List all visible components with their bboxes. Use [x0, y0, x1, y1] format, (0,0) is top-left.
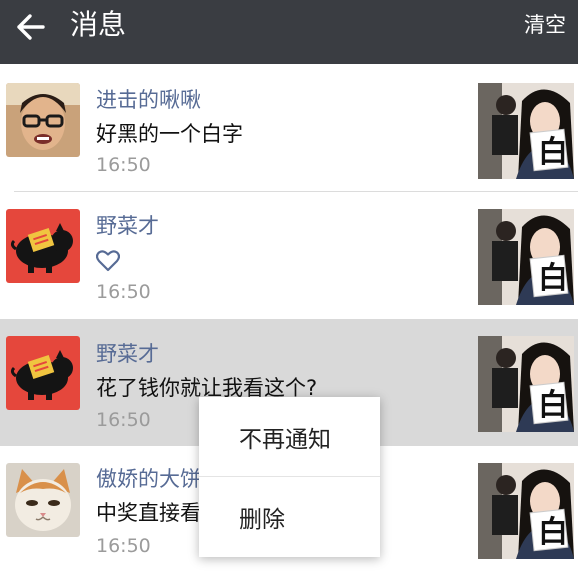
post-thumbnail[interactable]: 白	[478, 209, 574, 305]
avatar[interactable]	[6, 463, 80, 537]
avatar-black-pig-icon	[6, 209, 80, 283]
svg-text:白: 白	[538, 135, 568, 170]
back-button[interactable]	[10, 9, 50, 45]
svg-text:白: 白	[538, 261, 568, 296]
page-title: 消息	[70, 8, 127, 41]
post-thumbnail[interactable]: 白	[478, 336, 574, 432]
avatar[interactable]	[6, 336, 80, 410]
avatar[interactable]	[6, 209, 80, 283]
message-row[interactable]: 进击的啾啾 好黑的一个白字 16:50 白	[0, 64, 578, 191]
avatar-black-pig-icon	[6, 336, 80, 410]
post-thumbnail[interactable]: 白	[478, 83, 574, 179]
clear-button[interactable]: 清空	[524, 12, 566, 38]
post-thumbnail[interactable]: 白	[478, 463, 574, 559]
context-menu: 不再通知 删除	[199, 397, 380, 557]
message-row[interactable]: 野菜才 16:50 白	[0, 192, 578, 319]
heart-outline-icon	[95, 250, 121, 276]
message-time: 16:50	[96, 409, 151, 431]
avatar-glasses-man-icon	[6, 83, 80, 157]
svg-text:白: 白	[538, 388, 568, 423]
sender-name[interactable]: 野菜才	[96, 341, 159, 367]
menu-item-mute[interactable]: 不再通知	[199, 397, 380, 476]
message-text: 好黑的一个白字	[96, 122, 243, 146]
sender-name[interactable]: 进击的啾啾	[96, 87, 201, 113]
photo-thumbnail-icon: 白	[478, 336, 574, 432]
message-time: 16:50	[96, 154, 151, 176]
message-time: 16:50	[96, 281, 151, 303]
message-time: 16:50	[96, 535, 151, 557]
photo-thumbnail-icon: 白	[478, 209, 574, 305]
sender-name[interactable]: 野菜才	[96, 213, 159, 239]
avatar[interactable]	[6, 83, 80, 157]
sender-name[interactable]: 傲娇的大饼	[96, 466, 201, 492]
svg-text:白: 白	[538, 515, 568, 550]
arrow-left-icon	[17, 14, 45, 40]
photo-thumbnail-icon: 白	[478, 83, 574, 179]
photo-thumbnail-icon: 白	[478, 463, 574, 559]
avatar-cat-icon	[6, 463, 80, 537]
top-bar: 消息 清空	[0, 0, 578, 64]
menu-item-delete[interactable]: 删除	[199, 477, 380, 556]
message-text: 中奖直接看	[96, 501, 200, 525]
